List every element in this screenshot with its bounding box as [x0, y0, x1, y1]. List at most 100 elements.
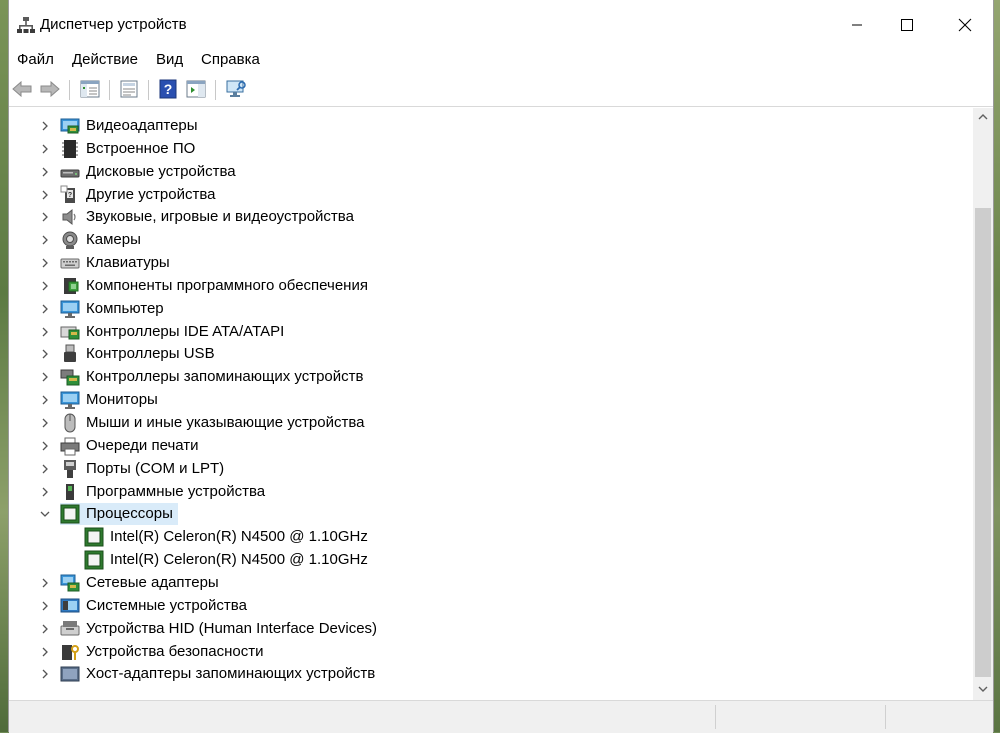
chevron-right-icon [42, 190, 48, 200]
device-category-label[interactable]: Компьютер [86, 297, 164, 320]
menu-help[interactable]: Справка [201, 49, 260, 71]
software-device-icon [60, 482, 80, 502]
chevron-right-icon [42, 647, 48, 657]
mouse-icon [60, 413, 80, 433]
expand-toggle[interactable] [38, 416, 52, 430]
chevron-up-icon [978, 114, 988, 120]
desktop-background-left [0, 0, 8, 732]
storage-host-adapter-icon [60, 664, 80, 684]
device-category-label[interactable]: Компоненты программного обеспечения [86, 274, 368, 297]
device-item-label[interactable]: Intel(R) Celeron(R) N4500 @ 1.10GHz [110, 548, 368, 571]
expand-toggle[interactable] [38, 188, 52, 202]
camera-icon [60, 230, 80, 250]
device-item-label[interactable]: Intel(R) Celeron(R) N4500 @ 1.10GHz [110, 525, 368, 548]
properties-button[interactable] [118, 78, 140, 100]
scan-hardware-button[interactable] [225, 78, 247, 100]
window-title: Диспетчер устройств [40, 16, 187, 33]
scroll-down-button[interactable] [973, 680, 993, 698]
device-category-label[interactable]: Звуковые, игровые и видеоустройства [86, 205, 354, 228]
expand-toggle[interactable] [38, 599, 52, 613]
chevron-right-icon [42, 281, 48, 291]
expand-toggle[interactable] [38, 393, 52, 407]
display-adapter-icon [60, 116, 80, 136]
menu-view[interactable]: Вид [156, 49, 183, 71]
disk-drive-icon [60, 162, 80, 182]
expand-toggle[interactable] [38, 119, 52, 133]
back-button[interactable] [11, 78, 33, 100]
hid-icon [60, 619, 80, 639]
help-button[interactable]: ? [157, 78, 179, 100]
expand-toggle[interactable] [38, 165, 52, 179]
device-category-label[interactable]: Системные устройства [86, 594, 247, 617]
expand-toggle[interactable] [38, 325, 52, 339]
menu-file[interactable]: Файл [17, 49, 54, 71]
device-category-label[interactable]: Камеры [86, 228, 141, 251]
device-category-label[interactable]: Хост-адаптеры запоминающих устройств [86, 662, 375, 685]
title-bar[interactable]: Диспетчер устройств [9, 0, 993, 50]
expand-toggle[interactable] [38, 279, 52, 293]
chevron-down-icon [40, 511, 50, 517]
device-category-label[interactable]: Видеоадаптеры [86, 114, 198, 137]
firmware-icon [60, 139, 80, 159]
chevron-right-icon [42, 464, 48, 474]
menu-action[interactable]: Действие [72, 49, 138, 71]
chevron-right-icon [42, 624, 48, 634]
device-category-label[interactable]: Очереди печати [86, 434, 199, 457]
forward-button[interactable] [39, 78, 61, 100]
expand-toggle[interactable] [38, 256, 52, 270]
expand-toggle[interactable] [38, 485, 52, 499]
device-category-label[interactable]: Мониторы [86, 388, 158, 411]
vertical-scrollbar[interactable] [973, 108, 993, 700]
chevron-right-icon [42, 167, 48, 177]
toolbar-separator [148, 80, 149, 100]
expand-toggle[interactable] [38, 439, 52, 453]
expand-toggle[interactable] [38, 576, 52, 590]
expand-toggle[interactable] [38, 233, 52, 247]
device-category-label[interactable]: Мыши и иные указывающие устройства [86, 411, 364, 434]
console-tree-button[interactable] [79, 78, 101, 100]
device-category-label[interactable]: Устройства HID (Human Interface Devices) [86, 617, 377, 640]
device-category-label[interactable]: Процессоры [86, 502, 173, 525]
expand-toggle[interactable] [38, 347, 52, 361]
expand-toggle[interactable] [38, 302, 52, 316]
chevron-right-icon [42, 144, 48, 154]
device-category-label[interactable]: Сетевые адаптеры [86, 571, 219, 594]
menu-bar: Файл Действие Вид Справка [9, 49, 993, 71]
processor-icon [84, 550, 104, 570]
device-category-label[interactable]: Клавиатуры [86, 251, 170, 274]
keyboard-icon [60, 253, 80, 273]
device-category-label[interactable]: Дисковые устройства [86, 160, 236, 183]
chevron-down-icon [978, 686, 988, 692]
device-category-label[interactable]: Контроллеры запоминающих устройств [86, 365, 363, 388]
chevron-right-icon [42, 669, 48, 679]
expand-toggle[interactable] [38, 210, 52, 224]
maximize-button[interactable] [877, 0, 937, 50]
maximize-icon [901, 19, 913, 31]
scan-hardware-changes-icon [226, 80, 246, 97]
expand-toggle[interactable] [38, 462, 52, 476]
device-category-label[interactable]: Другие устройства [86, 183, 215, 206]
device-manager-app-icon [17, 17, 35, 33]
device-category-label[interactable]: Программные устройства [86, 480, 265, 503]
back-arrow-icon [12, 81, 32, 97]
device-category-label[interactable]: Контроллеры IDE ATA/ATAPI [86, 320, 284, 343]
collapse-toggle[interactable] [38, 507, 52, 521]
device-category-label[interactable]: Устройства безопасности [86, 640, 263, 663]
action-pane-button[interactable] [185, 78, 207, 100]
device-category-label[interactable]: Контроллеры USB [86, 342, 215, 365]
device-category-label[interactable]: Порты (COM и LPT) [86, 457, 224, 480]
toolbar: ? [9, 73, 993, 107]
scroll-thumb[interactable] [975, 208, 991, 677]
close-button[interactable] [935, 0, 995, 50]
expand-toggle[interactable] [38, 645, 52, 659]
expand-toggle[interactable] [38, 370, 52, 384]
scroll-up-button[interactable] [973, 108, 993, 126]
svg-text:?: ? [164, 81, 173, 97]
processor-icon [84, 527, 104, 547]
chevron-right-icon [42, 235, 48, 245]
expand-toggle[interactable] [38, 142, 52, 156]
expand-toggle[interactable] [38, 667, 52, 681]
chevron-right-icon [42, 441, 48, 451]
expand-toggle[interactable] [38, 622, 52, 636]
device-category-label[interactable]: Встроенное ПО [86, 137, 195, 160]
